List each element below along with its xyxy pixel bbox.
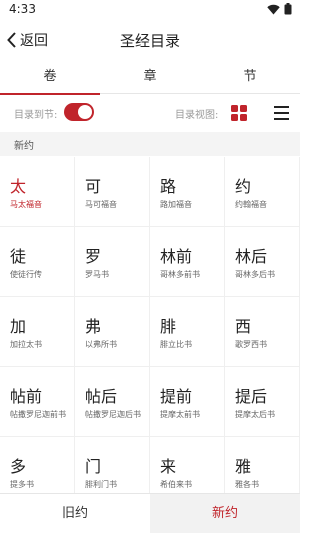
tab-volume[interactable]: 卷 (0, 60, 100, 95)
nav-bar: 圣经目录 返回 (0, 26, 300, 54)
jump-to-verse-toggle[interactable] (64, 103, 94, 121)
book-full: 歌罗西书 (235, 340, 267, 349)
book-short: 可 (85, 177, 102, 196)
book-full: 约翰福音 (235, 200, 267, 209)
book-full: 以弗所书 (85, 340, 117, 349)
book-cell[interactable]: 提前 提摩太前书 (150, 367, 225, 437)
book-cell[interactable]: 加加拉太书 (0, 297, 75, 367)
book-short: 雅 (235, 457, 252, 476)
new-testament-button[interactable]: 新约 (150, 494, 300, 533)
tab-label: 节 (243, 69, 257, 84)
testament-switcher: 旧约 新约 (0, 493, 300, 533)
chevron-left-icon (7, 32, 16, 48)
book-cell[interactable]: 罗罗马书 (75, 227, 150, 297)
book-short: 弗 (85, 317, 102, 336)
tab-label: 章 (143, 69, 157, 84)
wifi-icon (267, 4, 280, 14)
book-cell[interactable]: 林前 哥林多前书 (150, 227, 225, 297)
book-full: 加拉太书 (10, 340, 42, 349)
active-tab-indicator (0, 93, 100, 95)
book-full: 使徒行传 (10, 270, 42, 279)
book-cell[interactable]: 提后 提摩太后书 (225, 367, 300, 437)
old-testament-button[interactable]: 旧约 (0, 494, 150, 533)
book-short: 西 (235, 317, 252, 336)
book-full: 帖撒罗尼迦前书 (10, 410, 66, 419)
book-full: 腓立比书 (160, 340, 192, 349)
book-cell[interactable]: 林后 哥林多后书 (225, 227, 300, 297)
book-short: 罗 (85, 247, 102, 266)
tab-label: 卷 (43, 69, 57, 84)
book-short: 提前 (160, 387, 193, 406)
back-button[interactable]: 返回 (6, 28, 48, 52)
book-cell[interactable]: 帖前 帖撒罗尼迦前书 (0, 367, 75, 437)
toggle-knob (78, 105, 92, 119)
book-full: 提摩太前书 (160, 410, 200, 419)
book-short: 帖后 (85, 387, 118, 406)
back-label: 返回 (20, 33, 48, 49)
toolbar: 目录到节: 目录视图: (0, 98, 300, 128)
book-full: 希伯来书 (160, 480, 192, 489)
book-full: 腓利门书 (85, 480, 117, 489)
status-icons (267, 3, 292, 15)
section-title: 新约 (14, 141, 34, 152)
book-cell[interactable]: 帖后 帖撒罗尼迦后书 (75, 367, 150, 437)
book-short: 林后 (235, 247, 268, 266)
status-time: 4:33 (9, 2, 36, 16)
book-full: 马太福音 (10, 200, 42, 209)
tab-chapter[interactable]: 章 (100, 60, 200, 94)
book-full: 哥林多前书 (160, 270, 200, 279)
book-short: 提后 (235, 387, 268, 406)
book-full: 提摩太后书 (235, 410, 275, 419)
book-cell[interactable]: 约约翰福音 (225, 157, 300, 227)
book-cell[interactable]: 路路加福音 (150, 157, 225, 227)
grid-view-icon[interactable] (231, 105, 247, 121)
book-short: 约 (235, 177, 252, 196)
book-short: 多 (10, 457, 27, 476)
book-full: 马可福音 (85, 200, 117, 209)
book-short: 林前 (160, 247, 193, 266)
book-full: 帖撒罗尼迦后书 (85, 410, 141, 419)
book-cell[interactable]: 西歌罗西书 (225, 297, 300, 367)
book-short: 太 (10, 177, 27, 196)
list-view-icon[interactable] (274, 106, 289, 120)
book-cell[interactable]: 腓腓立比书 (150, 297, 225, 367)
status-bar: 4:33 (0, 0, 300, 20)
book-full: 路加福音 (160, 200, 192, 209)
book-cell[interactable]: 弗以弗所书 (75, 297, 150, 367)
book-full: 罗马书 (85, 270, 109, 279)
book-full: 哥林多后书 (235, 270, 275, 279)
book-short: 帖前 (10, 387, 43, 406)
book-cell[interactable]: 可马可福音 (75, 157, 150, 227)
book-short: 加 (10, 317, 27, 336)
book-short: 来 (160, 457, 177, 476)
book-short: 路 (160, 177, 177, 196)
book-short: 徒 (10, 247, 27, 266)
book-short: 腓 (160, 317, 177, 336)
tab-verse[interactable]: 节 (200, 60, 300, 94)
book-short: 门 (85, 457, 102, 476)
section-header: 新约 (0, 132, 300, 156)
book-full: 提多书 (10, 480, 34, 489)
level-tabs: 卷 章 节 (0, 60, 300, 95)
book-full: 雅各书 (235, 480, 259, 489)
book-cell[interactable]: 徒使徒行传 (0, 227, 75, 297)
battery-icon (284, 3, 292, 15)
jump-to-verse-label: 目录到节: (14, 110, 58, 121)
book-cell[interactable]: 太马太福音 (0, 157, 75, 227)
view-mode-label: 目录视图: (175, 110, 219, 121)
